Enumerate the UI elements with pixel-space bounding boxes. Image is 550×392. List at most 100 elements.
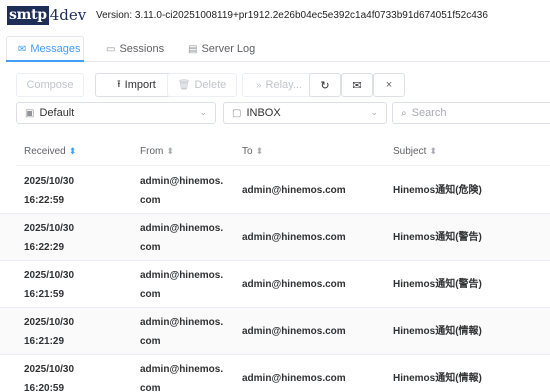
received-date: 2025/10/30 bbox=[24, 364, 75, 375]
column-received-label: Received bbox=[24, 146, 66, 157]
table-row[interactable]: 2025/10/30 16:20:59 admin@hinemos. com adm… bbox=[0, 355, 550, 392]
column-to-label: To bbox=[242, 146, 253, 157]
tab-server-log[interactable]: ▤ Server Log bbox=[188, 36, 255, 62]
envelope-icon: ✉ bbox=[18, 43, 27, 55]
trash-icon: 🗑 bbox=[177, 79, 191, 91]
tab-messages-label: Messages bbox=[30, 43, 81, 55]
to-cell: admin@hinemos.com bbox=[242, 185, 346, 196]
delete-button[interactable]: 🗑 Delete bbox=[167, 73, 237, 97]
refresh-icon: ↻ bbox=[320, 79, 330, 92]
search-icon: ⌕ bbox=[401, 107, 407, 119]
smtp4dev-logo: smtp 4dev bbox=[7, 5, 86, 26]
from-line-1: admin@hinemos. bbox=[140, 223, 224, 234]
sort-icon: ⬍ bbox=[255, 146, 264, 156]
table-row[interactable]: 2025/10/30 16:22:59 admin@hinemos. com adm… bbox=[0, 167, 550, 214]
received-time: 16:21:29 bbox=[24, 336, 65, 347]
from-line-2: com bbox=[140, 289, 161, 300]
clear-button[interactable]: × bbox=[373, 73, 405, 97]
received-time: 16:22:29 bbox=[24, 242, 65, 253]
received-time: 16:21:59 bbox=[24, 289, 65, 300]
tab-sessions[interactable]: ▭ Sessions bbox=[106, 36, 164, 62]
version-text: Version: 3.11.0-ci20251008119+pr1912.2e2… bbox=[96, 10, 488, 21]
received-date: 2025/10/30 bbox=[24, 223, 75, 234]
received-date: 2025/10/30 bbox=[24, 270, 75, 281]
delete-label: Delete bbox=[194, 79, 227, 91]
sort-icon: ⬍ bbox=[166, 146, 174, 156]
forward-icon: » bbox=[255, 79, 262, 91]
table-row[interactable]: 2025/10/30 16:22:29 admin@hinemos. com adm… bbox=[0, 214, 550, 261]
to-cell: admin@hinemos.com bbox=[242, 373, 346, 384]
from-line-2: com bbox=[140, 195, 161, 206]
app-header: smtp 4dev Version: 3.11.0-ci20251008119+p… bbox=[0, 0, 550, 30]
folder-value: INBOX bbox=[246, 107, 281, 119]
relay-label: Relay... bbox=[265, 79, 303, 91]
tab-messages[interactable]: ✉ Messages bbox=[18, 36, 81, 62]
to-cell: admin@hinemos.com bbox=[242, 326, 346, 337]
from-line-1: admin@hinemos. bbox=[140, 317, 224, 328]
to-cell: admin@hinemos.com bbox=[242, 279, 346, 290]
received-cell: 2025/10/30 16:22:59 bbox=[24, 172, 134, 210]
received-date: 2025/10/30 bbox=[24, 176, 75, 187]
from-cell: admin@hinemos. com bbox=[140, 266, 232, 304]
table-row[interactable]: 2025/10/30 16:21:29 admin@hinemos. com adm… bbox=[0, 308, 550, 355]
from-line-2: com bbox=[140, 383, 161, 392]
compose-button[interactable]: Compose bbox=[16, 73, 84, 97]
open-envelope-icon: ✉ bbox=[352, 79, 362, 92]
upload-icon: ⭱ bbox=[117, 78, 121, 90]
from-line-2: com bbox=[140, 242, 161, 253]
chevron-down-icon: ⌄ bbox=[370, 107, 378, 117]
from-line-2: com bbox=[140, 336, 161, 347]
tab-sessions-label: Sessions bbox=[119, 43, 165, 55]
subject-cell: Hinemos通知(危険) bbox=[393, 185, 482, 196]
document-icon: ▤ bbox=[188, 43, 198, 55]
import-label: Import bbox=[124, 79, 156, 91]
received-date: 2025/10/30 bbox=[24, 317, 75, 328]
received-cell: 2025/10/30 16:21:29 bbox=[24, 313, 134, 351]
from-line-1: admin@hinemos. bbox=[140, 176, 224, 187]
import-button[interactable]: ⭱ Import bbox=[95, 73, 178, 97]
folder-icon: ▢ bbox=[232, 107, 242, 119]
search-input[interactable]: ⌕ Search bbox=[392, 102, 550, 124]
column-subject[interactable]: Subject ⬍ bbox=[393, 146, 437, 157]
folder-select[interactable]: ▢ INBOX ⌄ bbox=[223, 102, 387, 124]
monitor-icon: ▭ bbox=[106, 43, 116, 55]
subject-cell: Hinemos通知(情報) bbox=[393, 326, 482, 337]
received-time: 16:20:59 bbox=[24, 383, 65, 392]
column-from-label: From bbox=[140, 146, 164, 157]
tab-active-indicator bbox=[6, 60, 84, 62]
table-header: Received ⬍ From ⬍ To ⬍ Subject ⬍ bbox=[16, 138, 550, 166]
received-cell: 2025/10/30 16:22:29 bbox=[24, 219, 134, 257]
tab-server-log-label: Server Log bbox=[201, 43, 256, 55]
main-tabs: ✉ Messages ▭ Sessions ▤ Server Log bbox=[6, 36, 550, 62]
received-cell: 2025/10/30 16:21:59 bbox=[24, 266, 134, 304]
refresh-button[interactable]: ↻ bbox=[309, 73, 341, 97]
subject-cell: Hinemos通知(警告) bbox=[393, 232, 482, 243]
from-cell: admin@hinemos. com bbox=[140, 219, 232, 257]
logo-tail-text: 4dev bbox=[49, 6, 87, 24]
column-from[interactable]: From ⬍ bbox=[140, 146, 174, 157]
column-to[interactable]: To ⬍ bbox=[242, 146, 263, 157]
relay-button[interactable]: » Relay... bbox=[242, 73, 316, 97]
from-line-1: admin@hinemos. bbox=[140, 364, 224, 375]
subject-cell: Hinemos通知(情報) bbox=[393, 373, 482, 384]
sort-icon: ⬍ bbox=[68, 146, 77, 156]
chevron-down-icon: ⌄ bbox=[199, 107, 207, 117]
mailbox-value: Default bbox=[39, 107, 75, 119]
compose-label: Compose bbox=[26, 79, 74, 91]
from-cell: admin@hinemos. com bbox=[140, 313, 232, 351]
to-cell: admin@hinemos.com bbox=[242, 232, 346, 243]
logo-box-text: smtp bbox=[7, 6, 49, 25]
from-cell: admin@hinemos. com bbox=[140, 360, 232, 392]
mailbox-select[interactable]: ▣ Default ⌄ bbox=[16, 102, 216, 124]
sort-icon: ⬍ bbox=[429, 146, 437, 156]
column-subject-label: Subject bbox=[393, 146, 427, 157]
from-line-1: admin@hinemos. bbox=[140, 270, 224, 281]
mark-read-button[interactable]: ✉ bbox=[341, 73, 373, 97]
received-cell: 2025/10/30 16:20:59 bbox=[24, 360, 134, 392]
table-row[interactable]: 2025/10/30 16:21:59 admin@hinemos. com adm… bbox=[0, 261, 550, 308]
mailbox-icon: ▣ bbox=[25, 107, 35, 119]
column-received[interactable]: Received ⬍ bbox=[24, 146, 76, 157]
close-icon: × bbox=[385, 79, 393, 91]
from-cell: admin@hinemos. com bbox=[140, 172, 232, 210]
received-time: 16:22:59 bbox=[24, 195, 65, 206]
